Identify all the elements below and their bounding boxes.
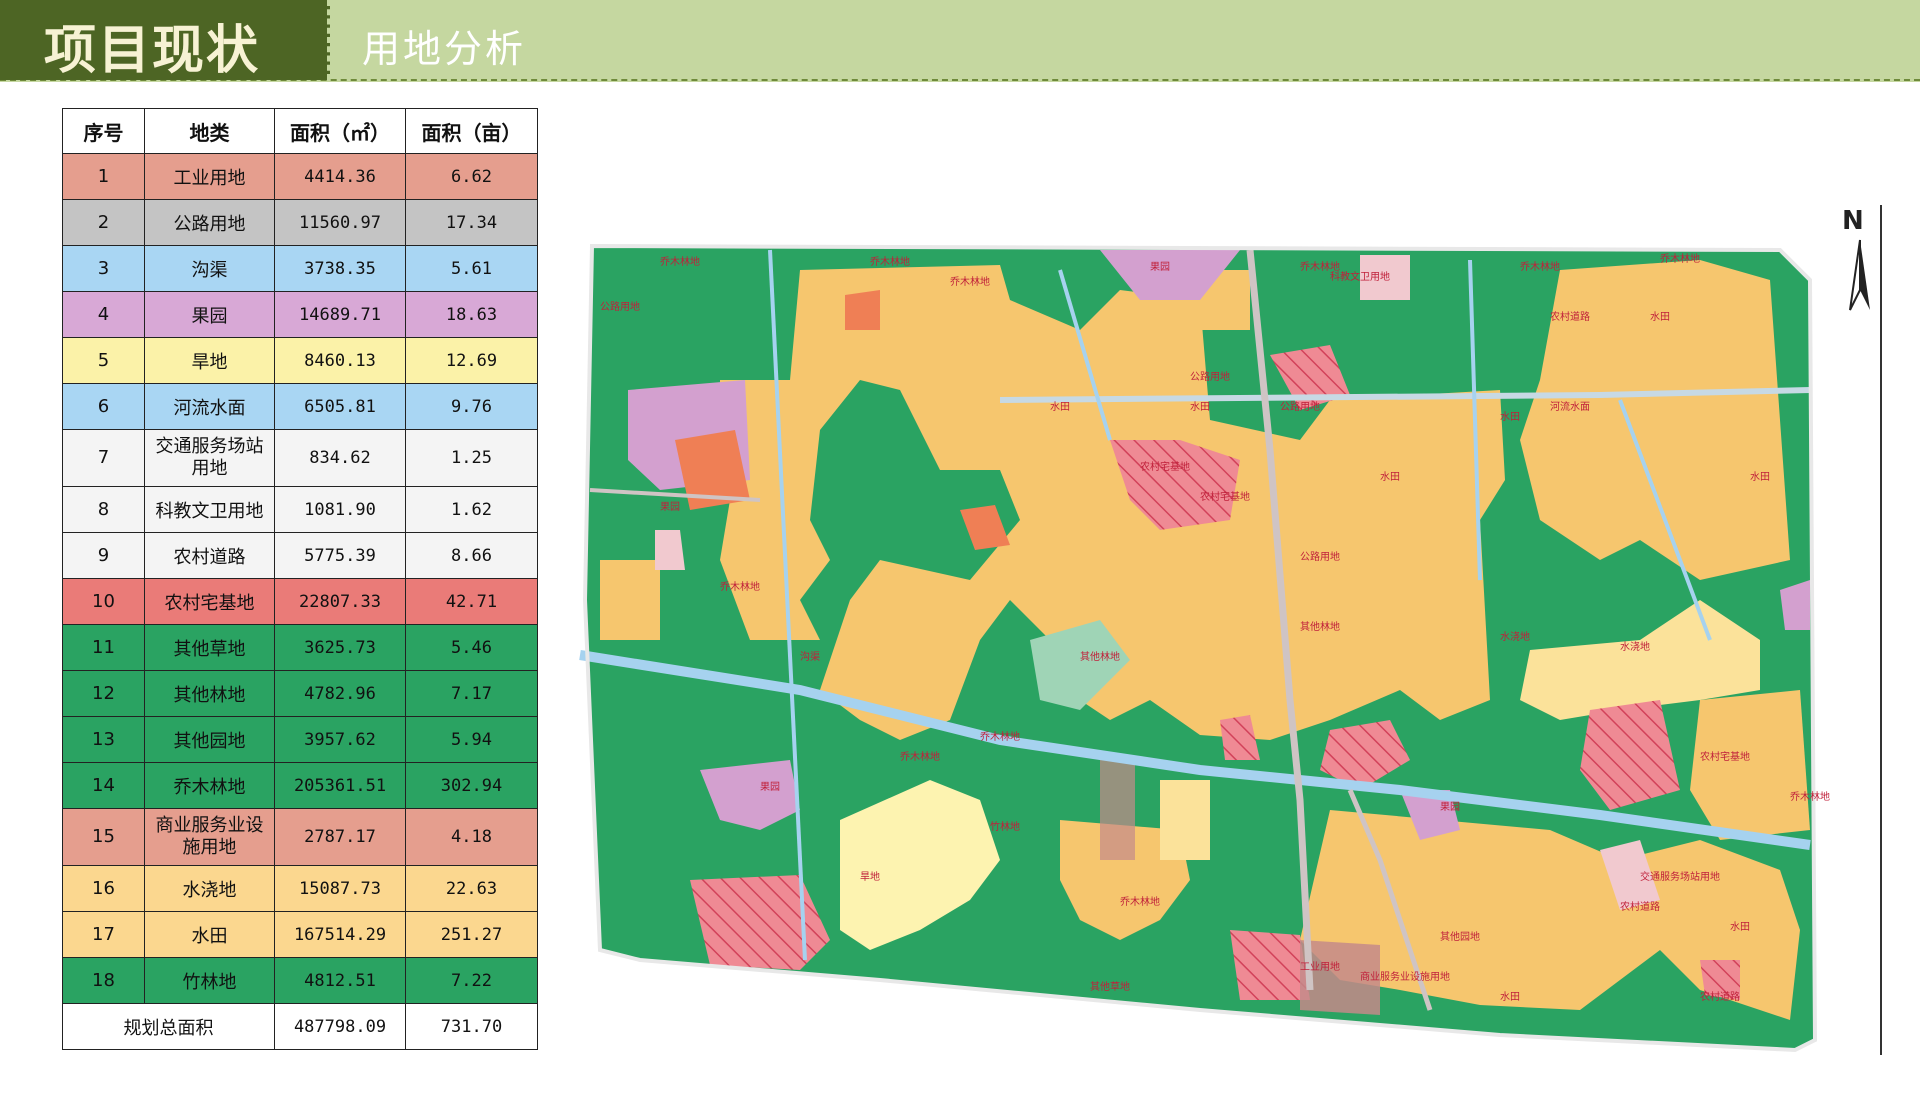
map-label: 水田 bbox=[1650, 311, 1670, 323]
map-label: 公路用地 bbox=[1190, 370, 1230, 383]
map-label: 竹林地 bbox=[990, 820, 1020, 833]
map-label: 水田 bbox=[1050, 401, 1070, 413]
map-label: 乔木林地 bbox=[980, 730, 1020, 743]
map-label: 乔木林地 bbox=[720, 580, 760, 593]
map-label: 乔木林地 bbox=[1520, 260, 1560, 273]
land-use-map: 乔木林地 乔木林地乔木林地乔木林地 乔木林地乔木林地水田 水田水田水田水田水田果园果园… bbox=[579, 243, 1830, 1053]
map-bamboo-left bbox=[655, 530, 685, 570]
map-paddy-far-right bbox=[1690, 690, 1810, 840]
map-label: 乔木林地 bbox=[870, 255, 910, 268]
map-label: 乔木林地 bbox=[950, 275, 990, 288]
map-label: 其他林地 bbox=[1300, 620, 1340, 633]
map-label: 乔木林地 bbox=[660, 255, 700, 268]
map-industrial-top bbox=[845, 290, 880, 330]
map-label: 水田 bbox=[1730, 921, 1750, 933]
map-label: 旱地 bbox=[860, 870, 880, 883]
map-label: 乔木林地 bbox=[1790, 790, 1830, 803]
map-irrigated-south bbox=[1160, 780, 1210, 860]
map-label: 公路用地 bbox=[600, 300, 640, 313]
map-industrial-block bbox=[1100, 760, 1135, 860]
map-label: 其他园地 bbox=[1440, 930, 1480, 943]
map-label: 水浇地 bbox=[1500, 630, 1530, 643]
map-label: 交通服务场站用地 bbox=[1640, 870, 1720, 883]
map-label: 农村道路 bbox=[1700, 990, 1740, 1003]
map-label: 水田 bbox=[1750, 471, 1770, 483]
map-label: 水田 bbox=[1190, 401, 1210, 413]
map-label: 公路用地 bbox=[1300, 550, 1340, 563]
map-label: 其他草地 bbox=[1090, 980, 1130, 993]
map-label: 其他林地 bbox=[1080, 650, 1120, 663]
map-label: 乔木林地 bbox=[900, 750, 940, 763]
map-label: 农村宅基地 bbox=[1700, 750, 1750, 763]
map-label: 河流水面 bbox=[1550, 400, 1590, 413]
map-label: 果园 bbox=[760, 781, 780, 793]
map-label: 水田 bbox=[1500, 991, 1520, 1003]
map-label: 公路用地 bbox=[1280, 400, 1320, 413]
map-label: 农村宅基地 bbox=[1140, 460, 1190, 473]
map-label: 水田 bbox=[1500, 411, 1520, 423]
map-label: 乔木林地 bbox=[1660, 252, 1700, 265]
map-homestead-6 bbox=[1230, 930, 1310, 1000]
map-paddy-right bbox=[1520, 260, 1790, 580]
map-label: 沟渠 bbox=[800, 650, 820, 663]
map-label: 工业用地 bbox=[1300, 960, 1340, 973]
map-label: 商业服务业设施用地 bbox=[1360, 970, 1450, 983]
frame-line bbox=[1880, 205, 1882, 1055]
map-label: 水田 bbox=[1380, 471, 1400, 483]
map-paddy-left bbox=[600, 560, 660, 640]
north-arrow-icon bbox=[1849, 239, 1870, 311]
map-label: 果园 bbox=[660, 501, 680, 513]
map-label: 农村道路 bbox=[1550, 310, 1590, 323]
map-label: 科教文卫用地 bbox=[1330, 270, 1390, 283]
map-label: 水浇地 bbox=[1620, 640, 1650, 653]
map-label: 果园 bbox=[1440, 801, 1460, 813]
map-label: 农村道路 bbox=[1620, 900, 1660, 913]
map-label: 乔木林地 bbox=[1120, 895, 1160, 908]
map-label: 农村宅基地 bbox=[1200, 490, 1250, 503]
map-label: 果园 bbox=[1150, 261, 1170, 273]
